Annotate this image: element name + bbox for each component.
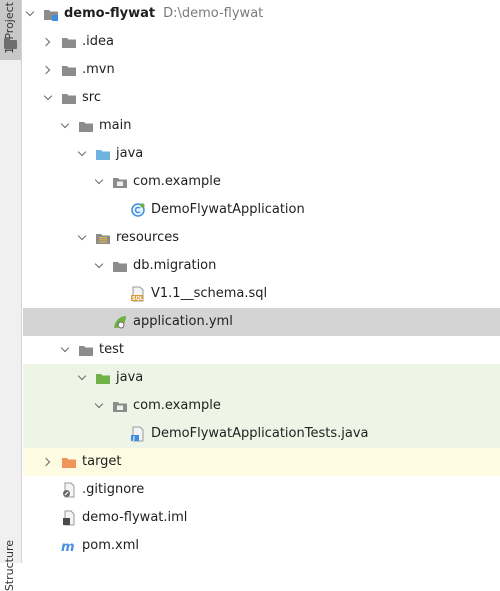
spring-class-icon xyxy=(130,202,146,218)
pom-label: pom.xml xyxy=(82,538,139,553)
test-class-label: DemoFlywatApplicationTests.java xyxy=(151,426,369,441)
test-source-folder-icon xyxy=(95,370,111,386)
chevron-down-icon[interactable] xyxy=(94,261,104,271)
main-package-label: com.example xyxy=(133,174,221,189)
mvn-label: .mvn xyxy=(82,62,115,77)
excluded-folder-icon xyxy=(61,454,77,470)
tool-window-strip: 1: Project Structure xyxy=(0,0,22,591)
tree-row-mvn[interactable]: .mvn xyxy=(23,56,500,84)
folder-icon xyxy=(78,118,94,134)
spring-yaml-icon xyxy=(112,314,128,330)
test-java-label: java xyxy=(116,370,144,385)
tree-row-iml[interactable]: demo-flywat.iml xyxy=(23,504,500,532)
main-label: main xyxy=(99,118,132,133)
chevron-down-icon[interactable] xyxy=(77,149,87,159)
tree-row-test-class[interactable]: J DemoFlywatApplicationTests.java xyxy=(23,420,500,448)
application-yml-label: application.yml xyxy=(133,314,233,329)
maven-icon: m xyxy=(61,538,77,554)
tree-row-test[interactable]: test xyxy=(23,336,500,364)
gitignore-label: .gitignore xyxy=(82,482,145,497)
src-label: src xyxy=(82,90,101,105)
tree-row-main-java[interactable]: java xyxy=(23,140,500,168)
root-label: demo-flywat xyxy=(64,6,156,21)
chevron-down-icon[interactable] xyxy=(77,233,87,243)
test-package-label: com.example xyxy=(133,398,221,413)
chevron-down-icon[interactable] xyxy=(43,93,53,103)
chevron-right-icon[interactable] xyxy=(43,37,53,47)
resources-folder-icon xyxy=(95,230,111,246)
project-tree: demo-flywat D:\demo-flywat .idea .mvn sr… xyxy=(23,0,500,560)
root-path: D:\demo-flywat xyxy=(163,6,264,21)
package-icon xyxy=(112,174,128,190)
svg-text:m: m xyxy=(61,540,75,554)
chevron-down-icon[interactable] xyxy=(94,401,104,411)
app-class-label: DemoFlywatApplication xyxy=(151,202,305,217)
tree-row-target[interactable]: target xyxy=(23,448,500,476)
tree-row-gitignore[interactable]: .gitignore xyxy=(23,476,500,504)
svg-text:J: J xyxy=(132,436,135,442)
idea-label: .idea xyxy=(82,34,114,49)
tree-row-db-migration[interactable]: db.migration xyxy=(23,252,500,280)
module-folder-icon xyxy=(43,6,59,22)
target-label: target xyxy=(82,454,122,469)
tree-row-src[interactable]: src xyxy=(23,84,500,112)
tree-row-test-package[interactable]: com.example xyxy=(23,392,500,420)
folder-icon xyxy=(112,258,128,274)
folder-icon xyxy=(4,38,17,49)
chevron-down-icon[interactable] xyxy=(25,9,35,19)
tree-row-idea[interactable]: .idea xyxy=(23,28,500,56)
tree-row-test-java[interactable]: java xyxy=(23,364,500,392)
sql-file-label: V1.1__schema.sql xyxy=(151,286,268,301)
test-label: test xyxy=(99,342,124,357)
folder-icon xyxy=(61,62,77,78)
iml-label: demo-flywat.iml xyxy=(82,510,188,525)
main-java-label: java xyxy=(116,146,144,161)
chevron-right-icon[interactable] xyxy=(43,457,53,467)
tree-row-main[interactable]: main xyxy=(23,112,500,140)
svg-text:SQL: SQL xyxy=(132,296,144,302)
tree-row-pom[interactable]: m pom.xml xyxy=(23,532,500,560)
tree-row-app-class[interactable]: DemoFlywatApplication xyxy=(23,196,500,224)
tree-row-root[interactable]: demo-flywat D:\demo-flywat xyxy=(23,0,500,28)
chevron-right-icon[interactable] xyxy=(43,65,53,75)
tree-row-application-yml[interactable]: application.yml xyxy=(23,308,500,336)
resources-label: resources xyxy=(116,230,180,245)
folder-icon xyxy=(78,342,94,358)
chevron-down-icon[interactable] xyxy=(94,177,104,187)
gitignore-file-icon xyxy=(61,482,77,498)
chevron-down-icon[interactable] xyxy=(60,345,70,355)
chevron-down-icon[interactable] xyxy=(60,121,70,131)
tree-row-sql-file[interactable]: SQL V1.1__schema.sql xyxy=(23,280,500,308)
module-file-icon xyxy=(61,510,77,526)
package-icon xyxy=(112,398,128,414)
db-migration-label: db.migration xyxy=(133,258,217,273)
folder-icon xyxy=(61,90,77,106)
source-folder-icon xyxy=(95,146,111,162)
folder-icon xyxy=(61,34,77,50)
structure-tab-label[interactable]: Structure xyxy=(3,540,16,591)
sql-file-icon: SQL xyxy=(130,286,146,302)
tree-row-resources[interactable]: resources xyxy=(23,224,500,252)
tree-row-main-package[interactable]: com.example xyxy=(23,168,500,196)
project-tool-tab[interactable]: 1: Project xyxy=(0,0,21,60)
chevron-down-icon[interactable] xyxy=(77,373,87,383)
java-file-icon: J xyxy=(130,426,146,442)
